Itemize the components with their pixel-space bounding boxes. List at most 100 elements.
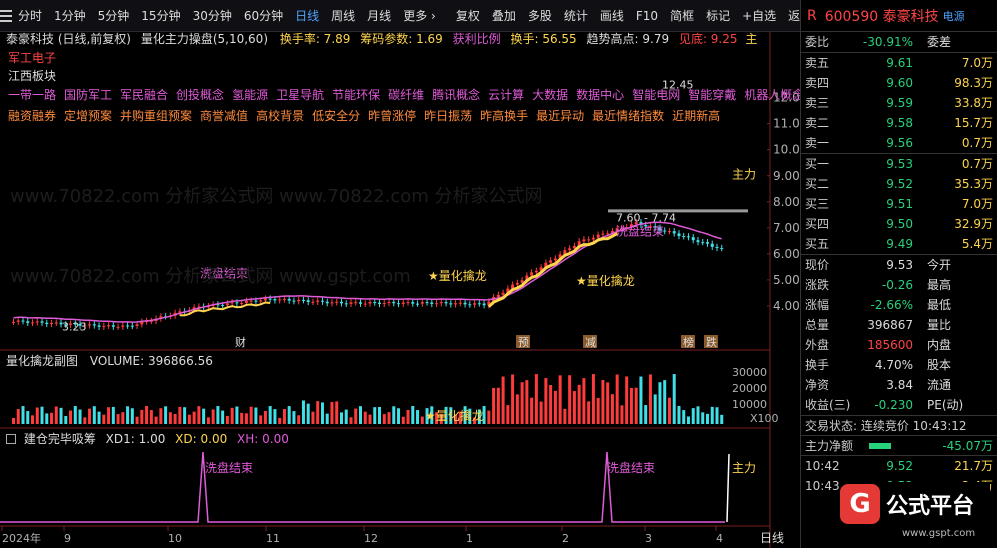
volume-bar bbox=[487, 410, 491, 424]
tab-period-4[interactable]: 30分钟 bbox=[187, 0, 238, 32]
tab-period-0[interactable]: 分时 bbox=[12, 0, 48, 32]
tool-button-5[interactable]: F10 bbox=[630, 0, 664, 32]
candle-body bbox=[553, 258, 557, 261]
volume-bar bbox=[701, 412, 705, 424]
concept-tag[interactable]: 碳纤维 bbox=[388, 88, 424, 102]
tab-period-7[interactable]: 周线 bbox=[325, 0, 361, 32]
quote-panel: R 600590 泰豪科技 电源 委比 -30.91% 委差 卖五 9.61 7.0… bbox=[800, 0, 997, 548]
tool-button-8[interactable]: +自选 bbox=[736, 0, 782, 32]
concept-tag[interactable]: 大数据 bbox=[532, 88, 568, 102]
concept-tag[interactable]: 氢能源 bbox=[232, 88, 268, 102]
concept-tag[interactable]: 一带一路 bbox=[8, 88, 56, 102]
quote-source[interactable]: 电源 bbox=[943, 8, 965, 24]
y-tick-label: 8.00 bbox=[773, 195, 800, 209]
candle-body bbox=[12, 321, 15, 323]
concept-label-2: 江西板块 bbox=[8, 69, 57, 83]
concept-tag[interactable]: 数据中心 bbox=[576, 88, 624, 102]
candle-body bbox=[568, 248, 572, 251]
tool-button-3[interactable]: 统计 bbox=[558, 0, 594, 32]
tool-button-2[interactable]: 多股 bbox=[522, 0, 558, 32]
trend-value: 趋势高点: 9.79 bbox=[586, 32, 670, 46]
feature-tag[interactable]: 高校背景 bbox=[256, 109, 304, 123]
candle-body bbox=[705, 242, 709, 244]
candle-body bbox=[311, 301, 315, 303]
feature-tag[interactable]: 昨曾涨停 bbox=[368, 109, 416, 123]
menu-icon[interactable] bbox=[0, 0, 12, 32]
candle-body bbox=[263, 298, 267, 301]
volume-bar bbox=[658, 382, 662, 424]
concept-tag[interactable]: 机器人概念 bbox=[744, 88, 804, 102]
volume-bar bbox=[392, 406, 396, 424]
concept-tag[interactable]: 智能电网 bbox=[632, 88, 680, 102]
tab-period-2[interactable]: 5分钟 bbox=[92, 0, 136, 32]
kline-chart[interactable]: 12.0011.0010.009.008.007.006.005.004.001… bbox=[0, 32, 804, 548]
feature-tag[interactable]: 融资融券 bbox=[8, 109, 56, 123]
volume-bar bbox=[515, 394, 519, 424]
volume-bar bbox=[596, 397, 600, 424]
tool-button-0[interactable]: 复权 bbox=[450, 0, 486, 32]
volume-bar bbox=[21, 406, 25, 424]
bid-price: 9.49 bbox=[886, 237, 913, 251]
tab-period-5[interactable]: 60分钟 bbox=[238, 0, 289, 32]
volume-bar bbox=[610, 394, 614, 424]
volume-bar bbox=[297, 415, 301, 424]
feature-tag[interactable]: 最近异动 bbox=[536, 109, 584, 123]
tool-button-7[interactable]: 标记 bbox=[700, 0, 736, 32]
stat-row-6: 净资 3.84 流通 bbox=[801, 375, 997, 395]
feature-tag[interactable]: 低安全分 bbox=[312, 109, 360, 123]
concept-tag[interactable]: 卫星导航 bbox=[276, 88, 324, 102]
tool-button-4[interactable]: 画线 bbox=[594, 0, 630, 32]
volume-bar bbox=[558, 375, 562, 424]
volume-bar bbox=[168, 412, 172, 424]
candle-body bbox=[259, 300, 263, 302]
candle-body bbox=[715, 246, 719, 248]
volume-bar bbox=[520, 382, 524, 424]
candle-body bbox=[477, 303, 481, 305]
bid-price: 9.53 bbox=[886, 157, 913, 171]
concept-tag[interactable]: 云计算 bbox=[488, 88, 524, 102]
volume-bar bbox=[292, 411, 296, 424]
period-toolbar: 分时 1分钟 5分钟 15分钟 30分钟 60分钟 日线 周线 月线 更多 › 复权 叠加 多股 统计画… bbox=[0, 0, 812, 32]
feature-tag[interactable]: 昨高换手 bbox=[480, 109, 528, 123]
feature-tag[interactable]: 商誉减值 bbox=[200, 109, 248, 123]
feature-tag[interactable]: 定增预案 bbox=[64, 109, 112, 123]
volume-bar bbox=[116, 414, 120, 424]
tab-period-3[interactable]: 15分钟 bbox=[135, 0, 186, 32]
candle-body bbox=[31, 322, 35, 324]
candle-body bbox=[691, 237, 695, 241]
x-tick-label: 12 bbox=[364, 532, 378, 545]
feature-tag[interactable]: 近期新高 bbox=[672, 109, 720, 123]
concept-tag[interactable]: 腾讯概念 bbox=[432, 88, 480, 102]
tab-period-8[interactable]: 月线 bbox=[361, 0, 397, 32]
volume-bar bbox=[197, 406, 201, 424]
stat-value: -2.66% bbox=[870, 298, 913, 312]
tool-button-1[interactable]: 叠加 bbox=[486, 0, 522, 32]
volume-bar bbox=[330, 402, 334, 424]
volume-bar bbox=[35, 407, 39, 424]
sub-main-label: 主力 bbox=[732, 461, 756, 475]
ask-book: 卖五 9.61 7.0万 卖四 9.60 98.3万 卖三 9.59 33.8万 卖二 9.58 15… bbox=[801, 52, 997, 153]
feature-tag[interactable]: 最近情绪指数 bbox=[592, 109, 664, 123]
concept-tag[interactable]: 军民融合 bbox=[120, 88, 168, 102]
concept-tag[interactable]: 智能穿戴 bbox=[688, 88, 736, 102]
ask-price: 9.61 bbox=[886, 56, 913, 70]
feature-tag[interactable]: 昨日振荡 bbox=[424, 109, 472, 123]
volume-bar bbox=[92, 406, 96, 424]
volume-bar bbox=[130, 408, 134, 424]
tab-period-1[interactable]: 1分钟 bbox=[48, 0, 92, 32]
volume-bar bbox=[639, 376, 643, 424]
feature-tag[interactable]: 并购重组预案 bbox=[120, 109, 192, 123]
candle-body bbox=[601, 233, 605, 235]
stat-label: 涨跌 bbox=[805, 278, 830, 292]
concept-tag[interactable]: 国防军工 bbox=[64, 88, 112, 102]
tab-period-9[interactable]: 更多 › bbox=[397, 0, 442, 32]
tab-period-6[interactable]: 日线 bbox=[289, 0, 325, 32]
candle-body bbox=[482, 303, 486, 306]
tool-button-6[interactable]: 简框 bbox=[664, 0, 700, 32]
low-label: 3.23 bbox=[62, 321, 87, 334]
chip-value: 筹码参数: 1.69 bbox=[360, 32, 443, 46]
concept-tag[interactable]: 节能环保 bbox=[332, 88, 380, 102]
concept-tag[interactable]: 创投概念 bbox=[176, 88, 224, 102]
candle-body bbox=[254, 300, 258, 302]
collapse-icon[interactable] bbox=[6, 434, 16, 444]
